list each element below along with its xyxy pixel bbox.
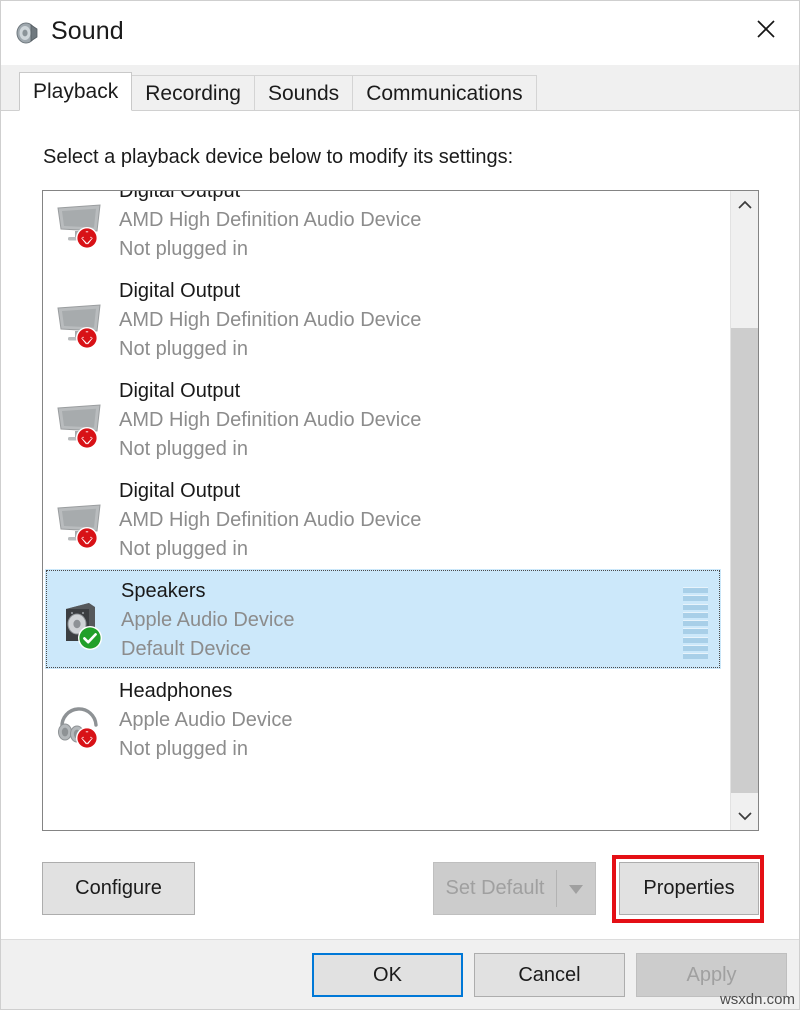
device-driver: AMD High Definition Audio Device (119, 406, 421, 435)
set-default-button[interactable]: Set Default (434, 863, 556, 914)
volume-meter-segment (683, 620, 708, 626)
sound-dialog: Sound Playback Recording Sounds Communic… (0, 0, 800, 1010)
properties-button-label: Properties (643, 877, 734, 900)
tab-sounds[interactable]: Sounds (254, 75, 353, 111)
volume-meter-segment (683, 612, 708, 618)
title-bar: Sound (1, 1, 799, 65)
tab-sounds-label: Sounds (268, 82, 339, 106)
dialog-footer: OK Cancel Apply wsxdn.com (1, 939, 799, 1009)
volume-level-meter (683, 587, 708, 659)
set-default-button-label: Set Default (446, 877, 545, 900)
volume-meter-segment (683, 604, 708, 610)
apply-button-label: Apply (686, 964, 736, 987)
instruction-text: Select a playback device below to modify… (43, 146, 513, 169)
configure-button-label: Configure (75, 877, 162, 900)
device-status: Default Device (121, 635, 294, 664)
volume-meter-segment (683, 637, 708, 643)
volume-meter-segment (683, 645, 708, 651)
volume-meter-segment (683, 595, 708, 601)
tab-playback-label: Playback (33, 80, 118, 104)
device-text-block: Digital OutputAMD High Definition Audio … (119, 277, 421, 364)
device-status: Not plugged in (119, 735, 292, 764)
device-status: Not plugged in (119, 335, 421, 364)
window-title: Sound (51, 17, 124, 46)
cancel-button-label: Cancel (518, 964, 580, 987)
watermark-text: wsxdn.com (720, 991, 795, 1008)
device-status: Not plugged in (119, 235, 421, 264)
ok-button[interactable]: OK (312, 953, 463, 997)
set-default-split-button[interactable]: Set Default (433, 862, 596, 915)
device-list-item[interactable]: Digital OutputAMD High Definition Audio … (43, 369, 731, 469)
speaker-icon (13, 18, 43, 48)
device-status: Not plugged in (119, 535, 421, 564)
properties-button[interactable]: Properties (619, 862, 759, 915)
monitor-icon (53, 195, 107, 249)
device-list-item[interactable]: Digital OutputAMD High Definition Audio … (43, 469, 731, 569)
device-text-block: Digital OutputAMD High Definition Audio … (119, 191, 421, 264)
monitor-icon (53, 295, 107, 349)
volume-meter-segment (683, 587, 708, 593)
device-driver: AMD High Definition Audio Device (119, 506, 421, 535)
device-list-scrollbar[interactable] (730, 191, 758, 830)
monitor-icon (53, 495, 107, 549)
device-name: Digital Output (119, 191, 421, 206)
device-text-block: Digital OutputAMD High Definition Audio … (119, 377, 421, 464)
speaker-box-icon (53, 595, 107, 649)
device-status: Not plugged in (119, 435, 421, 464)
device-name: Speakers (121, 577, 294, 606)
device-list-items: Digital OutputAMD High Definition Audio … (43, 191, 731, 769)
device-name: Headphones (119, 677, 292, 706)
device-list-viewport: Digital OutputAMD High Definition Audio … (43, 191, 731, 830)
device-name: Digital Output (119, 277, 421, 306)
playback-device-list[interactable]: Digital OutputAMD High Definition Audio … (42, 190, 759, 831)
tab-recording-label: Recording (145, 82, 241, 106)
device-text-block: SpeakersApple Audio DeviceDefault Device (121, 577, 294, 664)
device-list-item[interactable]: HeadphonesApple Audio DeviceNot plugged … (43, 669, 731, 769)
tab-communications-label: Communications (366, 82, 522, 106)
chevron-down-icon[interactable] (731, 802, 758, 830)
device-name: Digital Output (119, 377, 421, 406)
device-list-item[interactable]: Digital OutputAMD High Definition Audio … (43, 269, 731, 369)
volume-meter-segment (683, 653, 708, 659)
device-text-block: HeadphonesApple Audio DeviceNot plugged … (119, 677, 292, 764)
device-driver: Apple Audio Device (119, 706, 292, 735)
caret-down-icon[interactable] (557, 863, 595, 914)
device-driver: AMD High Definition Audio Device (119, 206, 421, 235)
device-list-item[interactable]: Digital OutputAMD High Definition Audio … (43, 191, 731, 269)
tab-recording[interactable]: Recording (131, 75, 255, 111)
playback-tab-page: Select a playback device below to modify… (1, 110, 799, 940)
device-driver: Apple Audio Device (121, 606, 294, 635)
ok-button-label: OK (373, 964, 402, 987)
headphones-icon (53, 695, 107, 749)
device-name: Digital Output (119, 477, 421, 506)
chevron-up-icon[interactable] (731, 191, 758, 219)
scrollbar-thumb[interactable] (731, 328, 758, 793)
device-driver: AMD High Definition Audio Device (119, 306, 421, 335)
tab-communications[interactable]: Communications (352, 75, 536, 111)
cancel-button[interactable]: Cancel (474, 953, 625, 997)
monitor-icon (53, 395, 107, 449)
device-list-item[interactable]: SpeakersApple Audio DeviceDefault Device (45, 569, 721, 669)
tab-playback[interactable]: Playback (19, 72, 132, 111)
volume-meter-segment (683, 628, 708, 634)
configure-button[interactable]: Configure (42, 862, 195, 915)
close-icon[interactable] (733, 1, 799, 57)
device-text-block: Digital OutputAMD High Definition Audio … (119, 477, 421, 564)
tab-strip: Playback Recording Sounds Communications (1, 65, 799, 111)
